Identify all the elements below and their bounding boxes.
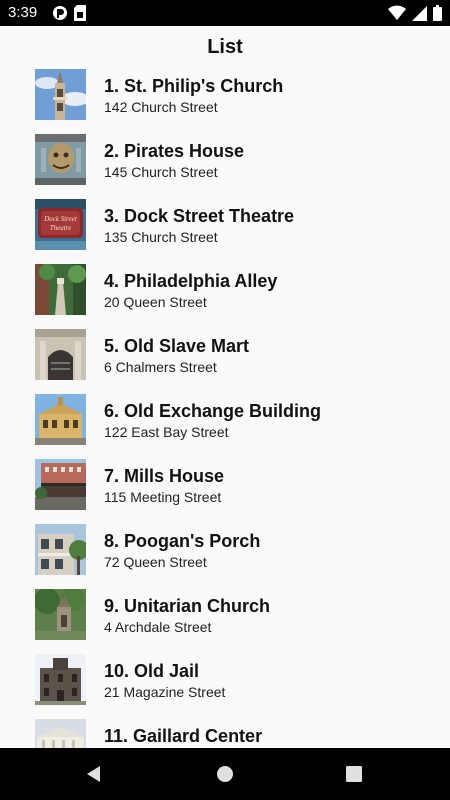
item-address: 4 Archdale Street bbox=[104, 619, 212, 635]
list-item[interactable]: 5. Old Slave Mart 6 Chalmers Street bbox=[0, 324, 450, 389]
item-title: 11. Gaillard Center bbox=[104, 726, 263, 746]
recents-button[interactable] bbox=[340, 760, 368, 788]
sim-card-icon bbox=[74, 5, 86, 26]
list-item[interactable]: 7. Mills House 115 Meeting Street bbox=[0, 454, 450, 519]
list-item[interactable]: 2. Pirates House 145 Church Street bbox=[0, 129, 450, 194]
home-icon bbox=[217, 766, 233, 782]
item-address: 135 Church Street bbox=[104, 229, 218, 245]
list-item[interactable]: 9. Unitarian Church 4 Archdale Street bbox=[0, 584, 450, 649]
item-address: 21 Magazine Street bbox=[104, 684, 226, 700]
home-button[interactable] bbox=[211, 760, 239, 788]
list-item[interactable]: 6. Old Exchange Building 122 East Bay St… bbox=[0, 389, 450, 454]
thumbnail-gaillard-center bbox=[35, 719, 86, 748]
item-title: 2. Pirates House bbox=[104, 141, 245, 161]
item-address: 142 Church Street bbox=[104, 99, 218, 115]
item-title: 6. Old Exchange Building bbox=[104, 401, 322, 421]
list-item[interactable]: 1. St. Philip's Church 142 Church Street bbox=[0, 64, 450, 129]
thumbnail-hotel bbox=[35, 459, 86, 510]
item-title: 5. Old Slave Mart bbox=[104, 336, 250, 356]
back-button[interactable] bbox=[80, 760, 108, 788]
battery-icon bbox=[433, 5, 442, 26]
navigation-bar bbox=[0, 748, 450, 800]
list-item[interactable]: Dock Street Theatre 3. Dock Street Theat… bbox=[0, 194, 450, 259]
item-title: 1. St. Philip's Church bbox=[104, 76, 284, 96]
cellular-signal-icon bbox=[412, 5, 427, 26]
list-item[interactable]: 4. Philadelphia Alley 20 Queen Street bbox=[0, 259, 450, 324]
thumbnail-old-jail bbox=[35, 654, 86, 705]
thumbnail-church-steeple bbox=[35, 69, 86, 120]
item-address: 6 Chalmers Street bbox=[104, 359, 217, 375]
page-title: List bbox=[207, 36, 243, 58]
app-notification-icon bbox=[52, 5, 68, 26]
status-bar: 3:39 bbox=[0, 0, 450, 26]
item-title: 9. Unitarian Church bbox=[104, 596, 271, 616]
thumbnail-exchange-building bbox=[35, 394, 86, 445]
item-address: 72 Queen Street bbox=[104, 554, 207, 570]
thumbnail-porch-house bbox=[35, 524, 86, 575]
thumbnail-church-garden bbox=[35, 589, 86, 640]
item-address: 122 East Bay Street bbox=[104, 424, 229, 440]
thumbnail-theatre-sign: Dock Street Theatre bbox=[35, 199, 86, 250]
thumbnail-pirate-plaque bbox=[35, 134, 86, 185]
item-title: 4. Philadelphia Alley bbox=[104, 271, 278, 291]
thumbnail-alley bbox=[35, 264, 86, 315]
item-address: 145 Church Street bbox=[104, 164, 218, 180]
list-item[interactable]: 11. Gaillard Center bbox=[0, 714, 450, 748]
places-list[interactable]: 1. St. Philip's Church 142 Church Street… bbox=[0, 64, 450, 748]
theatre-sign-text-bottom: Theatre bbox=[50, 224, 72, 232]
recents-icon bbox=[346, 766, 362, 782]
item-title: 7. Mills House bbox=[104, 466, 225, 486]
item-title: 3. Dock Street Theatre bbox=[104, 206, 295, 226]
item-address: 115 Meeting Street bbox=[104, 489, 222, 505]
list-item[interactable]: 10. Old Jail 21 Magazine Street bbox=[0, 649, 450, 714]
wifi-icon bbox=[388, 5, 406, 26]
item-title: 10. Old Jail bbox=[104, 661, 200, 681]
theatre-sign-text-top: Dock Street bbox=[43, 215, 78, 223]
list-item[interactable]: 8. Poogan's Porch 72 Queen Street bbox=[0, 519, 450, 584]
item-address: 20 Queen Street bbox=[104, 294, 207, 310]
thumbnail-arched-doorway bbox=[35, 329, 86, 380]
status-time: 3:39 bbox=[8, 4, 38, 21]
item-title: 8. Poogan's Porch bbox=[104, 531, 261, 551]
back-icon bbox=[87, 766, 100, 782]
